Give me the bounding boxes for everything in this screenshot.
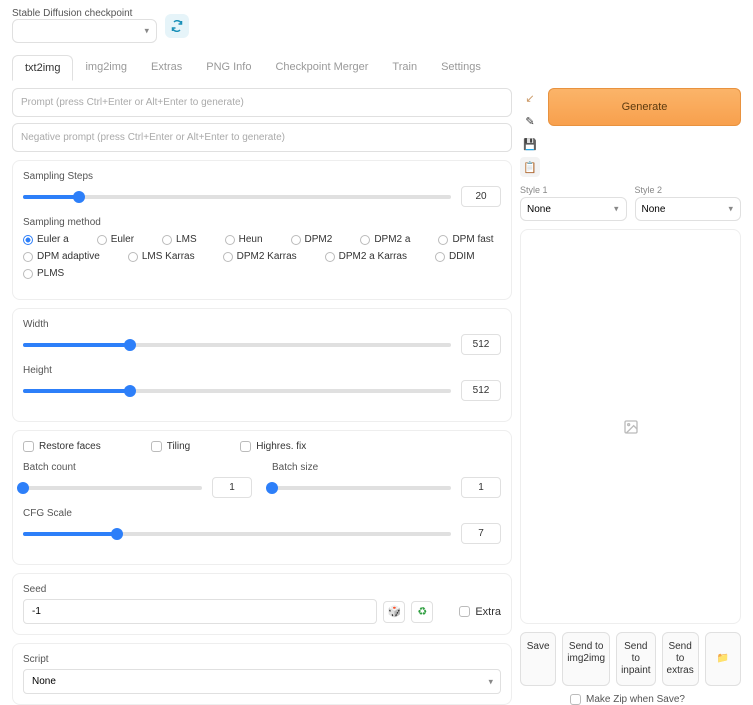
sampler-plms[interactable]: PLMS <box>23 268 64 279</box>
cfg-scale-slider[interactable] <box>23 532 451 536</box>
width-slider[interactable] <box>23 343 451 347</box>
zip-label: Make Zip when Save? <box>586 694 685 705</box>
clipboard-icon[interactable]: 📋 <box>520 157 540 177</box>
sampler-dpm2-a-karras[interactable]: DPM2 a Karras <box>325 251 407 262</box>
height-label: Height <box>23 365 501 376</box>
cfg-scale-label: CFG Scale <box>23 508 501 519</box>
folder-icon[interactable]: 📁 <box>705 632 741 686</box>
batch-size-label: Batch size <box>272 462 501 473</box>
prompt-input[interactable]: Prompt (press Ctrl+Enter or Alt+Enter to… <box>12 88 512 117</box>
sampler-euler[interactable]: Euler <box>97 234 134 245</box>
zip-checkbox[interactable] <box>570 694 581 705</box>
checkpoint-select[interactable] <box>12 19 157 43</box>
sampler-euler-a[interactable]: Euler a <box>23 234 69 245</box>
sampler-dpm-fast[interactable]: DPM fast <box>438 234 493 245</box>
width-label: Width <box>23 319 501 330</box>
cfg-scale-value[interactable]: 7 <box>461 523 501 544</box>
batch-size-slider[interactable] <box>272 486 451 490</box>
sampling-steps-value[interactable]: 20 <box>461 186 501 207</box>
sampler-ddim[interactable]: DDIM <box>435 251 475 262</box>
sampler-heun[interactable]: Heun <box>225 234 263 245</box>
image-icon <box>623 419 639 435</box>
restore-faces-label: Restore faces <box>39 441 101 452</box>
style1-label: Style 1 <box>520 185 627 195</box>
seed-input[interactable] <box>23 599 377 624</box>
dice-icon[interactable]: 🎲 <box>383 601 405 623</box>
refresh-icon[interactable] <box>165 14 189 38</box>
restore-faces-checkbox[interactable] <box>23 441 34 452</box>
send-img2img-button[interactable]: Send to img2img <box>562 632 610 686</box>
script-select[interactable] <box>23 669 501 694</box>
extra-checkbox[interactable] <box>459 606 470 617</box>
batch-count-label: Batch count <box>23 462 252 473</box>
height-value[interactable]: 512 <box>461 380 501 401</box>
tab-bar: txt2imgimg2imgExtrasPNG InfoCheckpoint M… <box>12 55 741 82</box>
tab-settings[interactable]: Settings <box>429 55 493 81</box>
batch-count-value[interactable]: 1 <box>212 477 252 498</box>
sampler-dpm2-a[interactable]: DPM2 a <box>360 234 410 245</box>
height-slider[interactable] <box>23 389 451 393</box>
sampler-lms[interactable]: LMS <box>162 234 197 245</box>
width-value[interactable]: 512 <box>461 334 501 355</box>
sampling-method-label: Sampling method <box>23 217 501 228</box>
negative-prompt-input[interactable]: Negative prompt (press Ctrl+Enter or Alt… <box>12 123 512 152</box>
sampler-dpm2-karras[interactable]: DPM2 Karras <box>223 251 297 262</box>
style1-select[interactable] <box>520 197 627 221</box>
tab-img2img[interactable]: img2img <box>73 55 139 81</box>
tiling-checkbox[interactable] <box>151 441 162 452</box>
save-button[interactable]: Save <box>520 632 556 686</box>
script-label: Script <box>23 654 501 665</box>
tab-txt2img[interactable]: txt2img <box>12 55 73 81</box>
tab-png-info[interactable]: PNG Info <box>194 55 263 81</box>
style2-label: Style 2 <box>635 185 742 195</box>
recycle-icon[interactable]: ♻ <box>411 601 433 623</box>
sampler-lms-karras[interactable]: LMS Karras <box>128 251 195 262</box>
save-style-icon[interactable]: 💾 <box>520 134 540 154</box>
tab-extras[interactable]: Extras <box>139 55 194 81</box>
sampler-dpm2[interactable]: DPM2 <box>291 234 333 245</box>
tab-train[interactable]: Train <box>380 55 429 81</box>
sampling-steps-label: Sampling Steps <box>23 171 501 182</box>
hires-checkbox[interactable] <box>240 441 251 452</box>
tiling-label: Tiling <box>167 441 191 452</box>
style2-select[interactable] <box>635 197 742 221</box>
batch-count-slider[interactable] <box>23 486 202 490</box>
send-inpaint-button[interactable]: Send to inpaint <box>616 632 655 686</box>
arrow-icon[interactable]: ↙ <box>520 88 540 108</box>
sampler-dpm-adaptive[interactable]: DPM adaptive <box>23 251 100 262</box>
checkpoint-label: Stable Diffusion checkpoint <box>12 8 157 19</box>
generate-button[interactable]: Generate <box>548 88 741 126</box>
extra-label: Extra <box>475 606 501 618</box>
sampling-steps-slider[interactable] <box>23 195 451 199</box>
seed-label: Seed <box>23 584 501 595</box>
tab-checkpoint-merger[interactable]: Checkpoint Merger <box>263 55 380 81</box>
brush-icon[interactable]: ✎ <box>520 111 540 131</box>
hires-label: Highres. fix <box>256 441 306 452</box>
batch-size-value[interactable]: 1 <box>461 477 501 498</box>
send-extras-button[interactable]: Send to extras <box>662 632 699 686</box>
preview-area <box>520 229 741 624</box>
